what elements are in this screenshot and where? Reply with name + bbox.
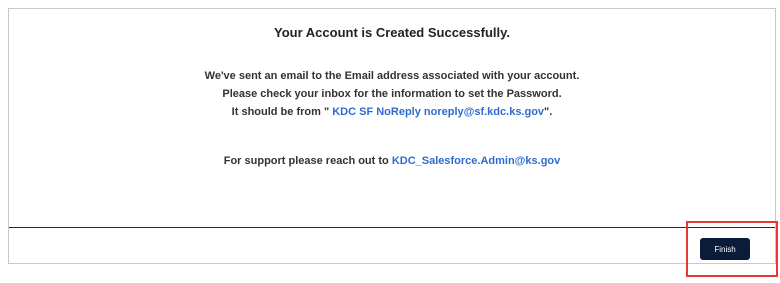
- finish-button[interactable]: Finish: [700, 238, 750, 260]
- message-line-1: We've sent an email to the Email address…: [204, 70, 580, 82]
- message-line-3: It should be from " KDC SF NoReply norep…: [9, 103, 775, 121]
- sender-email-link[interactable]: KDC SF NoReply noreply@sf.kdc.ks.gov: [332, 106, 544, 118]
- page: Your Account is Created Successfully. We…: [0, 0, 780, 283]
- message-line-3-prefix: It should be from ": [231, 106, 333, 118]
- support-prefix: For support please reach out to: [223, 155, 392, 167]
- confirmation-message: We've sent an email to the Email address…: [9, 67, 775, 121]
- support-email-link[interactable]: KDC_Salesforce.Admin@ks.gov: [392, 155, 560, 167]
- confirmation-card: Your Account is Created Successfully. We…: [8, 8, 776, 264]
- message-line-3-suffix: ".: [544, 106, 553, 118]
- message-line-2: Please check your inbox for the informat…: [222, 88, 562, 100]
- page-title: Your Account is Created Successfully.: [274, 25, 510, 40]
- footer-divider: [9, 227, 775, 228]
- support-text: For support please reach out to KDC_Sale…: [9, 155, 775, 167]
